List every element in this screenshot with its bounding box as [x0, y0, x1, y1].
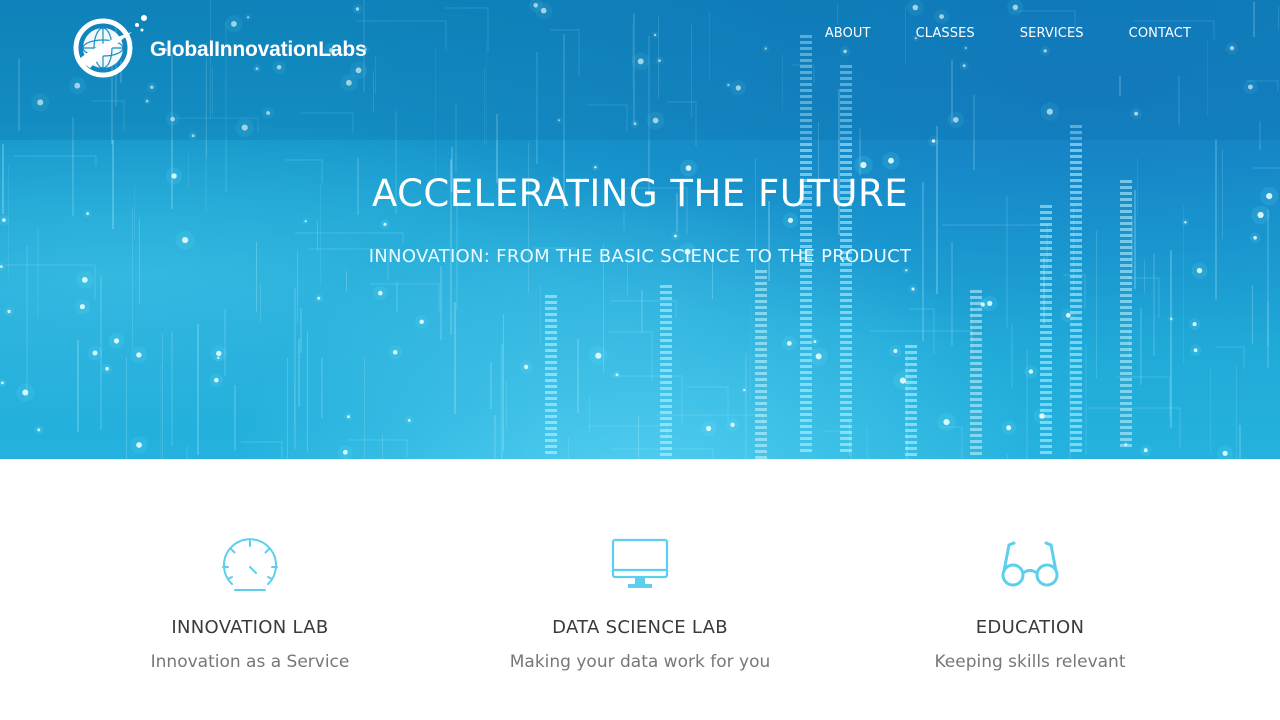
- hero-title: ACCELERATING THE FUTURE: [371, 172, 909, 215]
- feature-description: Keeping skills relevant: [934, 652, 1126, 672]
- hero-subtitle: INNOVATION: FROM THE BASIC SCIENCE TO TH…: [368, 246, 912, 267]
- glasses-icon: [1001, 541, 1059, 587]
- site-logo[interactable]: GlobalInnovationLabs: [70, 12, 380, 78]
- features-section: INNOVATION LAB Innovation as a Service D…: [0, 459, 1280, 720]
- nav-item-services[interactable]: SERVICES: [1020, 25, 1084, 43]
- feature-education[interactable]: EDUCATION Keeping skills relevant: [835, 537, 1225, 672]
- feature-title: EDUCATION: [975, 617, 1085, 638]
- nav-item-about[interactable]: ABOUT: [825, 25, 871, 43]
- speedometer-icon: [222, 538, 278, 591]
- feature-title: DATA SCIENCE LAB: [552, 617, 728, 638]
- feature-innovation-lab[interactable]: INNOVATION LAB Innovation as a Service: [55, 537, 445, 672]
- feature-title: INNOVATION LAB: [171, 617, 329, 638]
- main-nav: ABOUT CLASSES SERVICES CONTACT: [780, 25, 1191, 43]
- brand-name: GlobalInnovationLabs: [150, 38, 367, 61]
- nav-item-contact[interactable]: CONTACT: [1129, 25, 1191, 43]
- feature-description: Innovation as a Service: [150, 652, 350, 672]
- feature-data-science-lab[interactable]: DATA SCIENCE LAB Making your data work f…: [445, 537, 835, 672]
- globe-swoosh-icon: [73, 15, 147, 78]
- monitor-icon: [611, 538, 669, 588]
- nav-item-classes[interactable]: CLASSES: [916, 25, 975, 43]
- hero-banner: GlobalInnovationLabs ABOUT CLASSES SERVI…: [0, 0, 1280, 459]
- feature-description: Making your data work for you: [509, 652, 771, 672]
